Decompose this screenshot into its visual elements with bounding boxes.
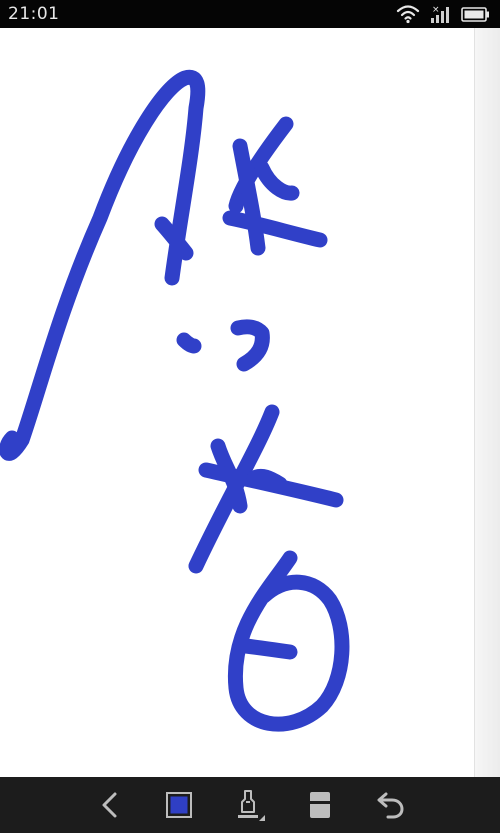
- status-bar: 21:01 ×: [0, 0, 500, 28]
- pen-tool-button[interactable]: [229, 785, 269, 825]
- status-time: 21:01: [8, 4, 60, 24]
- eraser-icon: [310, 792, 330, 818]
- bottom-toolbar: [0, 777, 500, 833]
- signal-no-sim-icon: ×: [431, 5, 449, 23]
- drawing-canvas[interactable]: [0, 28, 500, 777]
- eraser-tool-button[interactable]: [300, 785, 340, 825]
- svg-text:×: ×: [432, 5, 440, 15]
- back-button[interactable]: [90, 785, 130, 825]
- wifi-icon: [396, 5, 420, 24]
- pen-icon: [238, 790, 265, 821]
- battery-icon: [461, 7, 489, 22]
- undo-button[interactable]: [370, 785, 410, 825]
- back-icon: [102, 792, 117, 818]
- color-picker-button[interactable]: [159, 785, 199, 825]
- undo-icon: [377, 792, 404, 819]
- signature-drawing: [0, 69, 350, 732]
- color-swatch-icon: [166, 792, 192, 818]
- status-icons: ×: [396, 3, 492, 25]
- canvas-scroll-strip[interactable]: [474, 28, 500, 777]
